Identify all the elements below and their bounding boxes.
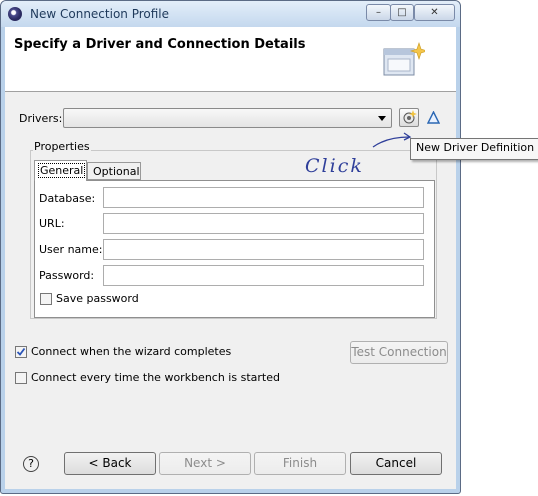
password-label: Password:: [39, 269, 95, 282]
close-button[interactable]: ✕: [414, 4, 455, 21]
eclipse-app-icon: [8, 7, 22, 21]
cancel-button[interactable]: Cancel: [350, 452, 442, 475]
maximize-button[interactable]: □: [390, 4, 414, 21]
user-name-label: User name:: [39, 243, 103, 256]
connect-every-time-label: Connect every time the workbench is star…: [31, 371, 280, 384]
new-driver-icon: [403, 110, 417, 124]
wizard-banner: Specify a Driver and Connection Details: [5, 27, 456, 92]
new-driver-definition-tooltip: New Driver Definition: [410, 138, 538, 160]
window-title: New Connection Profile: [30, 7, 170, 21]
annotation-arrow-icon: [372, 132, 412, 148]
dialog-client: Specify a Driver and Connection Details …: [5, 27, 456, 489]
minimize-button[interactable]: –: [366, 4, 391, 21]
url-field[interactable]: [103, 213, 424, 234]
help-icon[interactable]: ?: [23, 456, 39, 472]
database-label: Database:: [39, 192, 96, 205]
page-title: Specify a Driver and Connection Details: [14, 37, 306, 52]
connection-wizard-icon: [383, 42, 425, 76]
drivers-combo[interactable]: [63, 108, 392, 128]
title-bar[interactable]: New Connection Profile – □ ✕: [1, 1, 460, 27]
finish-button[interactable]: Finish: [254, 452, 346, 475]
user-name-field[interactable]: [103, 239, 424, 260]
tab-general[interactable]: General: [34, 160, 87, 181]
dialog-window: New Connection Profile – □ ✕ Specify a D…: [0, 0, 461, 494]
chevron-down-icon: [378, 116, 386, 121]
url-label: URL:: [39, 217, 65, 230]
back-button[interactable]: < Back: [64, 452, 156, 475]
database-field[interactable]: [103, 187, 424, 208]
new-driver-definition-button[interactable]: [399, 108, 419, 127]
next-button[interactable]: Next >: [159, 452, 251, 475]
tab-optional[interactable]: Optional: [87, 162, 141, 180]
save-password-checkbox[interactable]: [40, 293, 52, 305]
tab-optional-label: Optional: [93, 165, 140, 178]
connect-when-complete-label: Connect when the wizard completes: [31, 345, 232, 358]
save-password-label: Save password: [56, 292, 139, 305]
connect-every-time-checkbox[interactable]: [15, 372, 27, 384]
edit-driver-triangle-icon[interactable]: [427, 111, 440, 124]
checkmark-icon: [16, 347, 26, 356]
drivers-label: Drivers:: [19, 112, 63, 125]
test-connection-button[interactable]: Test Connection: [350, 341, 448, 364]
properties-label: Properties: [33, 140, 91, 153]
connect-when-complete-checkbox[interactable]: [15, 346, 27, 358]
password-field[interactable]: [103, 265, 424, 286]
tab-general-label: General: [38, 163, 86, 178]
